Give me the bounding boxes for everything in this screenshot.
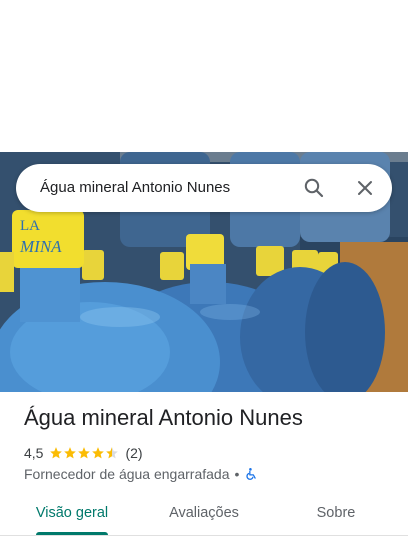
- separator-dot: •: [234, 466, 240, 482]
- star-rating: [49, 446, 119, 460]
- rating-value: 4,5: [24, 445, 44, 461]
- rating-row: 4,5 (2): [24, 444, 143, 462]
- wheelchair-accessible-icon[interactable]: [244, 467, 258, 481]
- star-icon: [64, 447, 77, 459]
- place-tabs: Visão geral Avaliações Sobre: [0, 494, 408, 536]
- category-row: Fornecedor de água engarrafada •: [24, 465, 258, 483]
- tab-reviews[interactable]: Avaliações: [154, 494, 254, 536]
- close-icon[interactable]: [353, 176, 377, 200]
- map-area-blank: [0, 0, 408, 152]
- svg-text:MINA: MINA: [19, 237, 62, 256]
- search-icon[interactable]: [302, 176, 326, 200]
- tab-overview[interactable]: Visão geral: [22, 494, 122, 536]
- reviews-count-link[interactable]: (2): [125, 445, 142, 461]
- search-input[interactable]: Água mineral Antonio Nunes: [40, 164, 230, 212]
- star-icon: [50, 447, 63, 459]
- star-icon: [78, 447, 91, 459]
- tab-about[interactable]: Sobre: [286, 494, 386, 536]
- search-bar[interactable]: Água mineral Antonio Nunes: [16, 164, 392, 212]
- place-category[interactable]: Fornecedor de água engarrafada: [24, 466, 229, 482]
- jug-label-text: LA: [20, 218, 40, 234]
- tabs-divider: [0, 535, 408, 536]
- place-title: Água mineral Antonio Nunes: [24, 405, 303, 430]
- star-icon: [92, 447, 105, 459]
- half-star-icon: [106, 447, 119, 459]
